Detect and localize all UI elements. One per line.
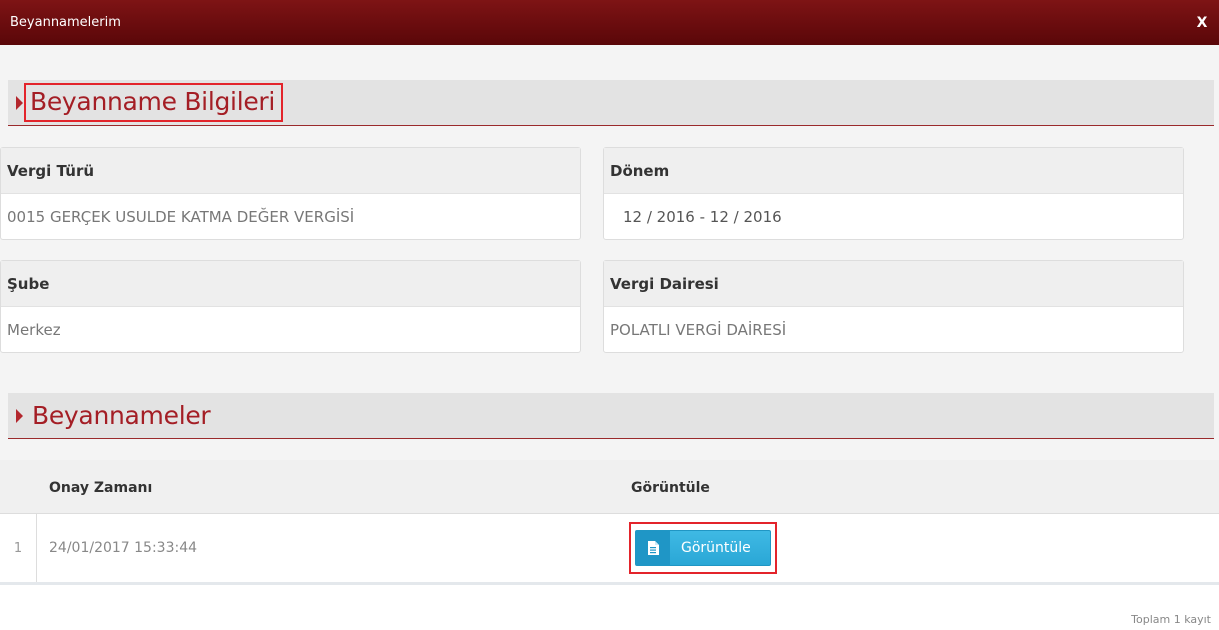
modal-title: Beyannamelerim: [10, 15, 121, 30]
field-vergi-turu: Vergi Türü 0015 GERÇEK USULDE KATMA DEĞE…: [0, 147, 581, 240]
caret-right-icon: [16, 408, 23, 423]
declarations-modal: Beyannamelerim X Beyanname Bilgileri Ver…: [0, 0, 1219, 630]
section-title-list: Beyannameler: [32, 401, 211, 430]
record-count: Toplam 1 kayıt: [1131, 613, 1211, 626]
column-header-onay-zamani: Onay Zamanı: [49, 480, 153, 496]
section-title-info: Beyanname Bilgileri: [23, 83, 284, 122]
field-value: 0015 GERÇEK USULDE KATMA DEĞER VERGİSİ: [7, 207, 355, 226]
field-label: Şube: [1, 261, 580, 307]
row-onay-zamani: 24/01/2017 15:33:44: [49, 540, 198, 556]
field-sube: Şube Merkez: [0, 260, 581, 353]
field-value: Merkez: [7, 320, 61, 339]
caret-right-icon: [16, 95, 23, 110]
field-label: Dönem: [604, 148, 1183, 194]
modal-content: Beyanname Bilgileri Vergi Türü 0015 GERÇ…: [0, 45, 1219, 630]
field-donem: Dönem 12 / 2016 - 12 / 2016: [603, 147, 1184, 240]
section-header-list: Beyannameler: [8, 393, 1214, 439]
section-header-info: Beyanname Bilgileri: [8, 80, 1214, 126]
close-button[interactable]: X: [1194, 15, 1210, 31]
field-label: Vergi Türü: [1, 148, 580, 194]
declarations-table: Onay Zamanı Görüntüle 1 24/01/2017 15:33…: [0, 460, 1219, 585]
table-row: 1 24/01/2017 15:33:44 Görüntüle: [0, 514, 1219, 585]
table-footer: Toplam 1 kayıt: [0, 585, 1219, 630]
modal-titlebar: Beyannamelerim X: [0, 0, 1219, 45]
field-value: 12 / 2016 - 12 / 2016: [623, 207, 782, 226]
column-header-goruntule: Görüntüle: [631, 480, 710, 496]
row-index: 1: [0, 514, 37, 582]
view-button-label: Görüntüle: [681, 540, 751, 556]
document-icon: [636, 531, 670, 565]
field-vergi-dairesi: Vergi Dairesi POLATLI VERGİ DAİRESİ: [603, 260, 1184, 353]
field-label: Vergi Dairesi: [604, 261, 1183, 307]
view-button[interactable]: Görüntüle: [635, 530, 771, 566]
view-button-highlight: Görüntüle: [629, 522, 777, 574]
table-header: Onay Zamanı Görüntüle: [0, 460, 1219, 514]
field-value: POLATLI VERGİ DAİRESİ: [610, 320, 787, 339]
